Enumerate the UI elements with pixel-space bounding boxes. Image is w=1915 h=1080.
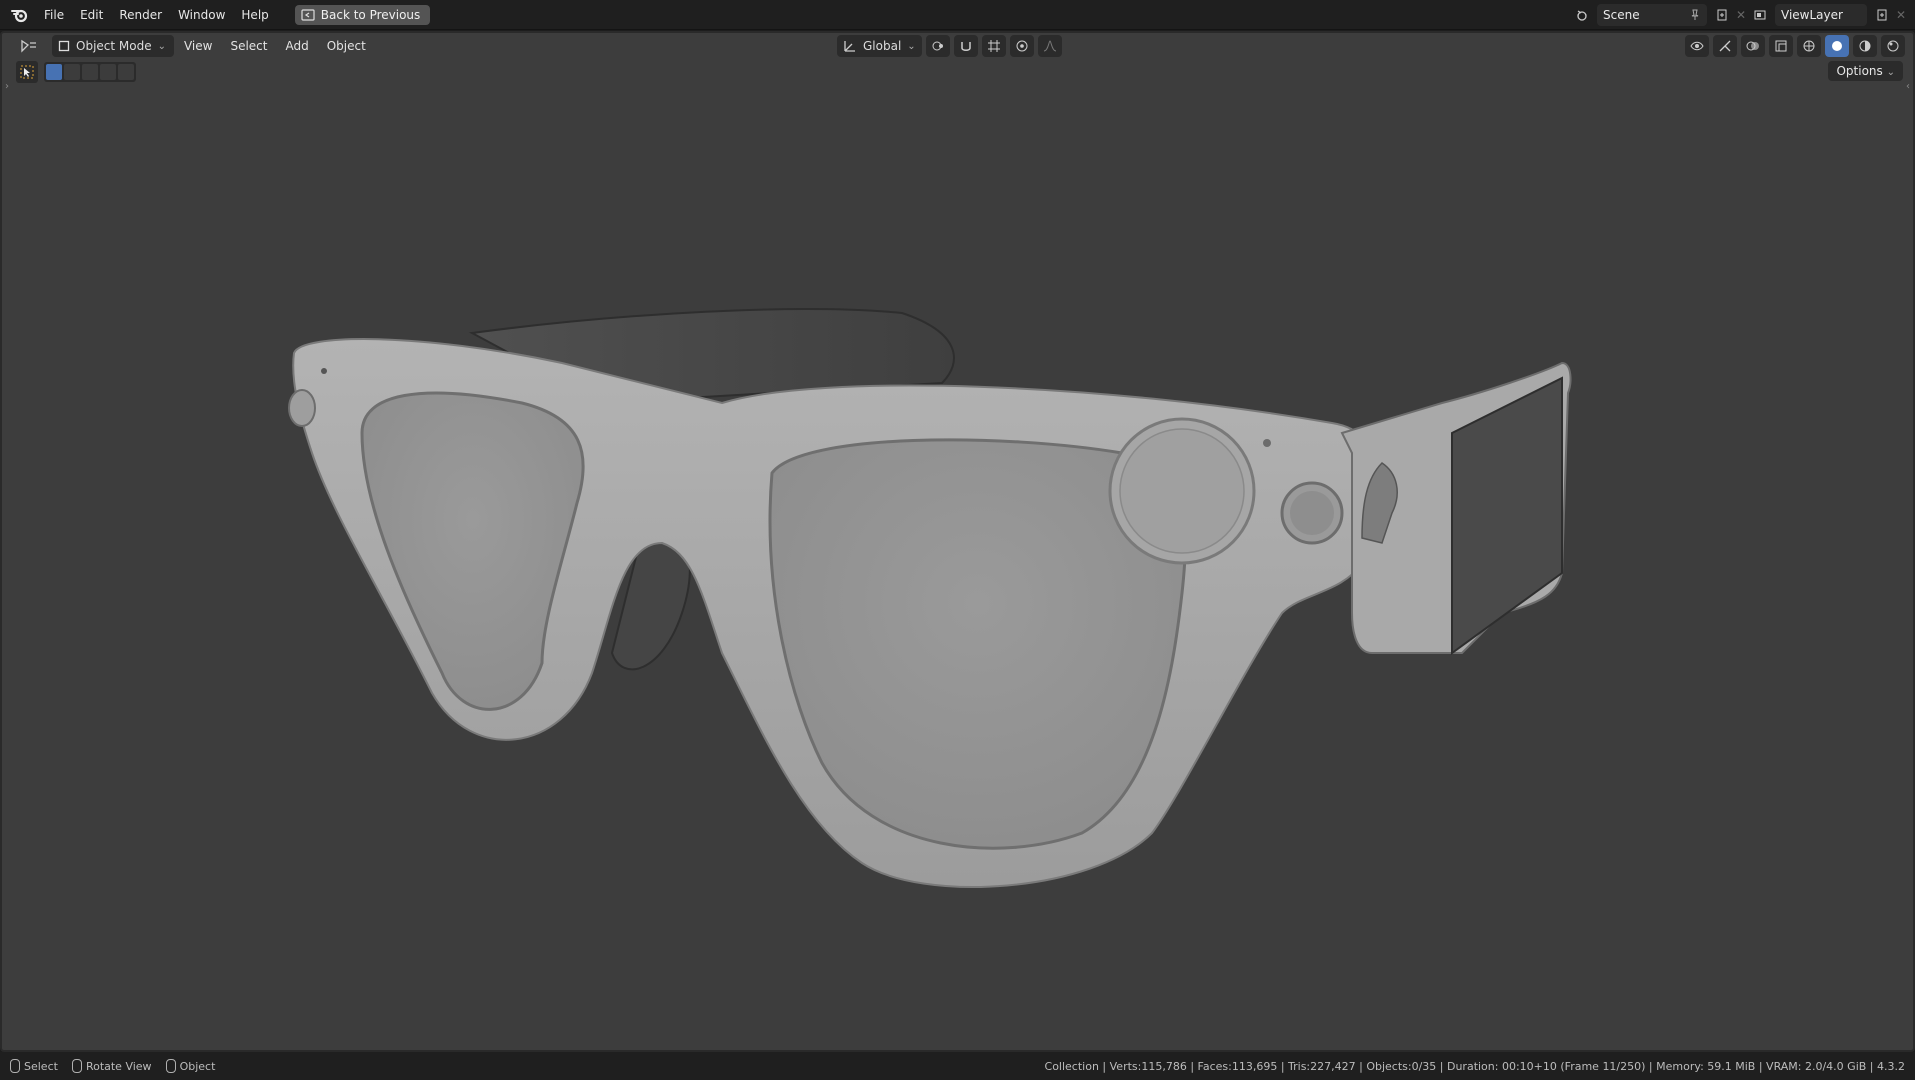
subtract-selection-icon[interactable] (82, 64, 98, 80)
solid-shading-icon[interactable] (1825, 35, 1849, 57)
menu-window[interactable]: Window (170, 0, 233, 30)
menu-render[interactable]: Render (111, 0, 170, 30)
close-scene-icon[interactable]: ✕ (1736, 4, 1746, 26)
set-new-selection-icon[interactable] (46, 64, 62, 80)
blender-logo-icon[interactable] (10, 5, 30, 25)
invert-selection-icon[interactable] (100, 64, 116, 80)
hint-select-label: Select (24, 1059, 58, 1073)
viewport-header: Object Mode ⌄ View Select Add Object Glo… (2, 33, 1913, 59)
chevron-down-icon: ⌄ (907, 40, 916, 52)
3d-viewport[interactable]: Object Mode ⌄ View Select Add Object Glo… (0, 31, 1915, 1052)
back-to-previous-label: Back to Previous (320, 7, 421, 22)
transform-orientation-dropdown[interactable]: Global ⌄ (837, 35, 922, 57)
scene-icon[interactable] (1571, 4, 1593, 26)
workspace-selectors: Scene ✕ ViewLayer ✕ (1571, 4, 1906, 26)
sidebar-expand-icon[interactable]: ‹ (1906, 81, 1910, 92)
view-layer-selector[interactable]: ViewLayer (1775, 4, 1867, 26)
editor-type-icon[interactable] (14, 35, 44, 57)
scene-selector[interactable]: Scene (1597, 4, 1707, 26)
status-bar: Select Rotate View Object Collection | V… (0, 1052, 1915, 1080)
options-label: Options (1836, 64, 1883, 78)
intersect-selection-icon[interactable] (118, 64, 134, 80)
mouse-middle-icon (71, 1059, 82, 1073)
proportional-edit-icon[interactable] (1009, 35, 1034, 57)
pivot-point-icon[interactable] (925, 35, 950, 57)
object-mode-icon (58, 40, 70, 52)
menu-add[interactable]: Add (278, 39, 317, 53)
snap-target-icon[interactable] (981, 35, 1006, 57)
hint-rotate-label: Rotate View (85, 1059, 152, 1073)
chevron-down-icon: ⌄ (157, 40, 166, 52)
scene-statistics: Collection | Verts:115,786 | Faces:113,6… (1044, 1059, 1905, 1073)
view-layer-name[interactable]: ViewLayer (1781, 8, 1861, 22)
menu-view[interactable]: View (176, 39, 220, 53)
selection-mode-group (44, 62, 136, 82)
chevron-down-icon: ⌄ (1886, 67, 1895, 78)
options-dropdown[interactable]: Options ⌄ (1828, 61, 1903, 81)
transform-tools: Global ⌄ (837, 35, 1062, 57)
orientation-icon (844, 41, 855, 52)
snap-toggle-icon[interactable] (953, 35, 978, 57)
viewport-display-tools (1685, 35, 1905, 57)
xray-icon[interactable] (1769, 35, 1793, 57)
extend-selection-icon[interactable] (64, 64, 80, 80)
viewport-scene[interactable] (2, 33, 1913, 1050)
close-view-layer-icon[interactable]: ✕ (1896, 4, 1906, 26)
mouse-right-icon (165, 1059, 176, 1073)
menu-help[interactable]: Help (233, 0, 276, 30)
menu-file[interactable]: File (36, 0, 72, 30)
wireframe-shading-icon[interactable] (1797, 35, 1821, 57)
select-tool-icon[interactable] (16, 61, 38, 83)
transform-orientation-label: Global (863, 39, 902, 53)
hint-rotate-view: Rotate View (71, 1059, 152, 1073)
mouse-left-icon (10, 1059, 20, 1073)
mode-dropdown[interactable]: Object Mode ⌄ (52, 35, 174, 57)
menu-object[interactable]: Object (319, 39, 374, 53)
scene-name[interactable]: Scene (1603, 8, 1683, 22)
gizmo-icon[interactable] (1713, 35, 1737, 57)
rendered-shading-icon[interactable] (1881, 35, 1905, 57)
hint-object: Object (165, 1059, 216, 1073)
mode-label: Object Mode (76, 39, 152, 53)
new-scene-icon[interactable] (1711, 4, 1733, 26)
falloff-icon[interactable] (1037, 35, 1062, 57)
hint-select: Select (10, 1059, 58, 1073)
new-view-layer-icon[interactable] (1871, 4, 1893, 26)
back-icon (301, 8, 315, 21)
hint-object-label: Object (179, 1059, 216, 1073)
toolbar-expand-icon[interactable]: › (5, 81, 9, 92)
top-bar: File Edit Render Window Help Back to Pre… (0, 0, 1915, 30)
overlays-icon[interactable] (1741, 35, 1765, 57)
left-hinge-button (288, 389, 316, 427)
menu-edit[interactable]: Edit (72, 0, 111, 30)
material-shading-icon[interactable] (1853, 35, 1877, 57)
view-layer-icon[interactable] (1749, 4, 1771, 26)
visibility-icon[interactable] (1685, 35, 1709, 57)
tool-settings (16, 61, 136, 83)
back-to-previous-button[interactable]: Back to Previous (294, 4, 431, 25)
pin-icon[interactable] (1689, 9, 1701, 21)
menu-select[interactable]: Select (222, 39, 275, 53)
